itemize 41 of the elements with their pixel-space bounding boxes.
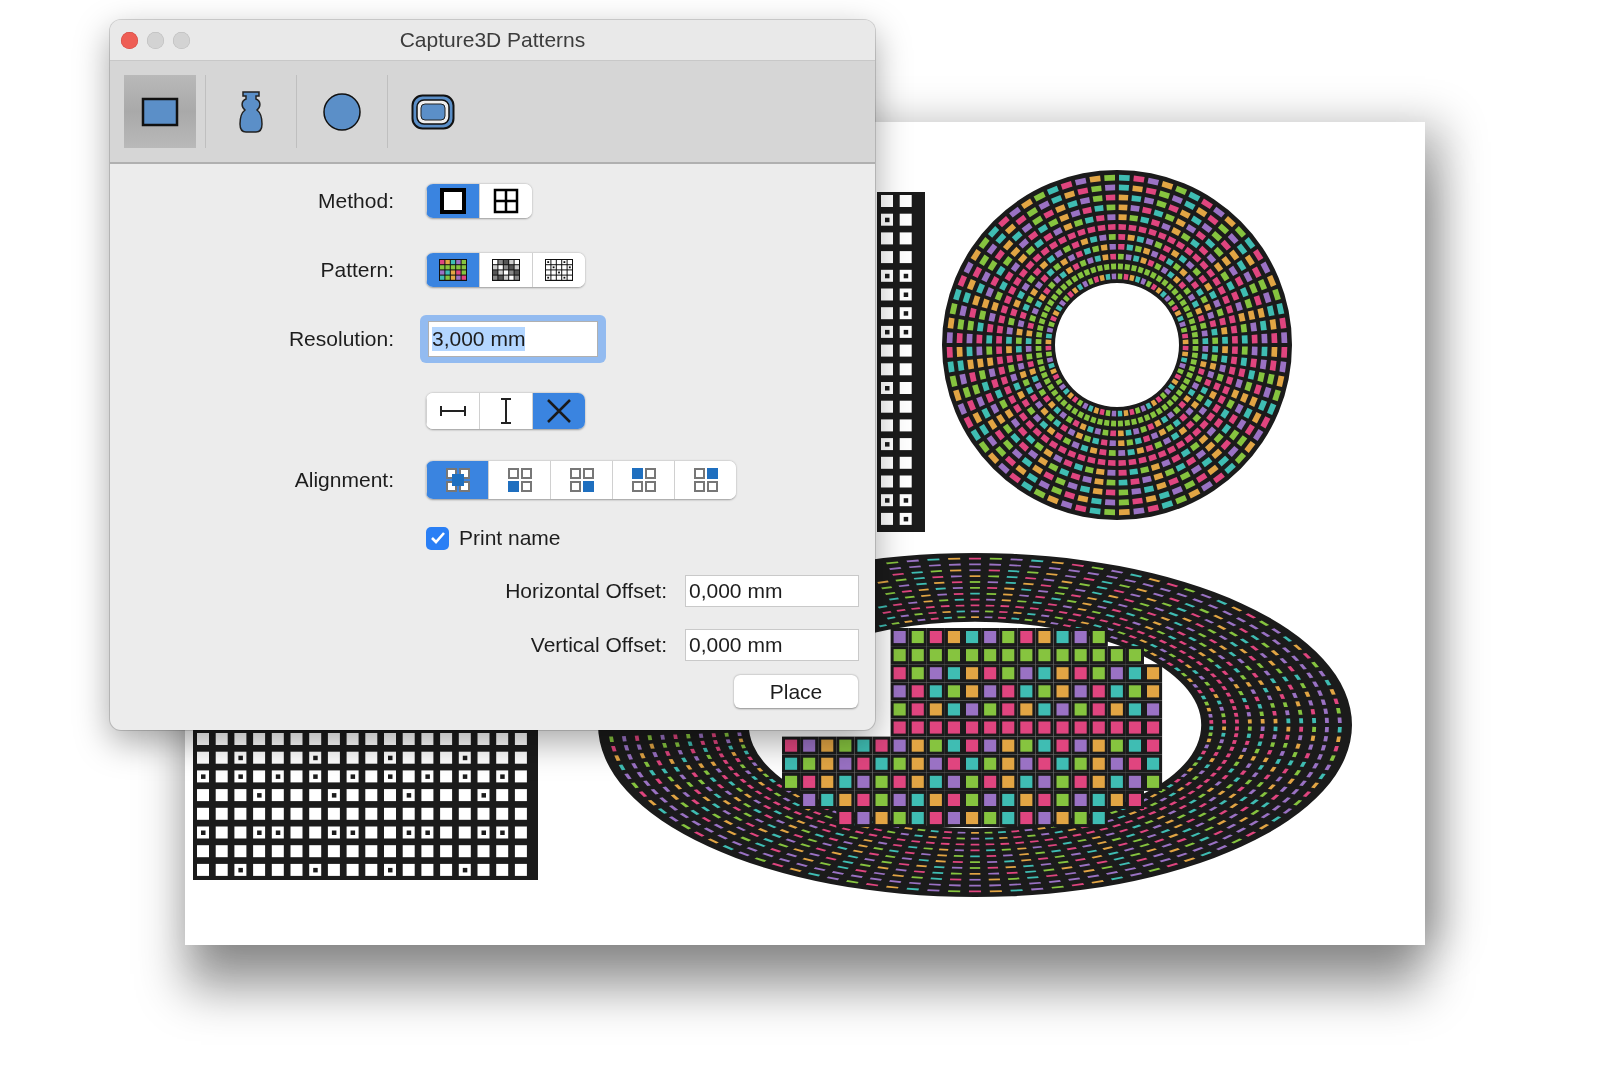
bottle-icon [237, 89, 265, 134]
grid-icon [492, 187, 520, 215]
segment-button[interactable] [479, 393, 532, 429]
window-title: Capture3D Patterns [399, 28, 586, 51]
resolution-field[interactable]: 3,000 mm [428, 321, 598, 357]
width-icon [439, 404, 467, 418]
offset-field[interactable]: 0,000 mm [685, 629, 859, 661]
field-label: Method: [318, 189, 394, 213]
square-icon [439, 187, 467, 215]
field-label: Pattern: [320, 258, 394, 282]
rectangle-icon [141, 96, 179, 127]
field-label: Alignment: [294, 468, 394, 492]
checkmark-icon [429, 531, 446, 545]
cross-icon [545, 397, 573, 425]
alignment-icon [630, 467, 657, 493]
checkbox-label: Print name [459, 526, 561, 550]
alignment-icon [444, 467, 471, 493]
circle-icon [322, 91, 362, 132]
field-label: Vertical Offset: [530, 633, 667, 657]
toolbar-button[interactable] [124, 75, 196, 148]
field-label: Horizontal Offset: [505, 579, 667, 603]
shaded-grid-icon [492, 259, 520, 281]
segment-button[interactable] [479, 253, 532, 287]
alignment-icon [692, 467, 719, 493]
field-label: Resolution: [288, 327, 394, 351]
multicolor-grid-icon [439, 259, 467, 281]
checkbox[interactable] [426, 526, 449, 550]
alignment-icon [568, 467, 595, 493]
segment-button[interactable] [532, 253, 585, 287]
height-icon [499, 397, 513, 425]
place-button[interactable]: Place [734, 675, 858, 708]
segment-button[interactable] [426, 393, 479, 429]
close-button[interactable] [121, 31, 138, 49]
segment-button[interactable] [426, 253, 479, 287]
dot-grid-icon [545, 259, 573, 281]
rounded-rectangle-icon [411, 93, 455, 130]
alignment-icon [506, 467, 533, 493]
segment-button[interactable] [426, 184, 479, 218]
segment-button[interactable] [532, 393, 585, 429]
offset-field[interactable]: 0,000 mm [685, 575, 859, 607]
segment-button[interactable] [479, 184, 532, 218]
